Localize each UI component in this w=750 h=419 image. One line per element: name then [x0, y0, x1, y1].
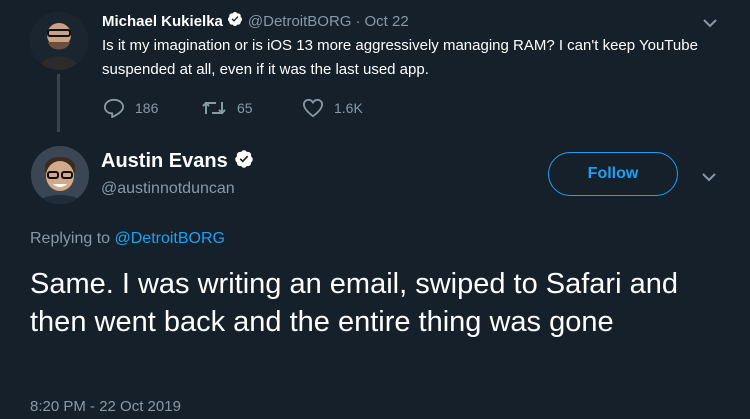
reply-action[interactable]: 186	[103, 98, 158, 118]
verified-badge-icon	[227, 11, 243, 31]
handle[interactable]: @DetroitBORG	[248, 13, 352, 30]
main-tweet-handle[interactable]: @austinnotduncan	[101, 180, 235, 198]
avatar-austin-evans[interactable]	[31, 146, 89, 204]
main-tweet-display-name-row: Austin Evans	[101, 149, 254, 174]
replying-to-handle-link[interactable]: @DetroitBORG	[115, 230, 225, 247]
like-action[interactable]: 1.6K	[302, 98, 363, 118]
reply-icon	[103, 98, 125, 118]
follow-button[interactable]: Follow	[548, 152, 678, 196]
display-name[interactable]: Michael Kukielka	[102, 13, 223, 30]
tweet-timestamp[interactable]: 8:20 PM - 22 Oct 2019	[30, 398, 181, 415]
avatar-image	[31, 146, 89, 204]
chevron-down-icon[interactable]	[700, 170, 718, 188]
verified-badge-icon	[234, 149, 254, 174]
reply-count: 186	[135, 100, 159, 116]
like-count: 1.6K	[334, 100, 363, 116]
separator: ·	[355, 12, 361, 30]
parent-tweet-text: Is it my imagination or is iOS 13 more a…	[102, 37, 698, 78]
replying-to-line: Replying to @DetroitBORG	[30, 230, 225, 248]
like-icon	[302, 98, 324, 118]
retweet-icon	[201, 98, 227, 118]
display-name[interactable]: Austin Evans	[101, 150, 228, 173]
retweet-action[interactable]: 65	[201, 98, 253, 118]
thread-connector-line	[57, 74, 60, 132]
chevron-down-icon[interactable]	[701, 16, 719, 34]
avatar-michael-kukielka[interactable]	[30, 12, 88, 70]
avatar-image	[30, 12, 88, 70]
main-tweet-text: Same. I was writing an email, swiped to …	[30, 268, 678, 338]
tweet-date[interactable]: Oct 22	[364, 13, 408, 30]
replying-to-label: Replying to	[30, 230, 111, 247]
parent-tweet-header: Michael Kukielka @DetroitBORG · Oct 22	[102, 11, 409, 31]
retweet-count: 65	[237, 100, 253, 116]
